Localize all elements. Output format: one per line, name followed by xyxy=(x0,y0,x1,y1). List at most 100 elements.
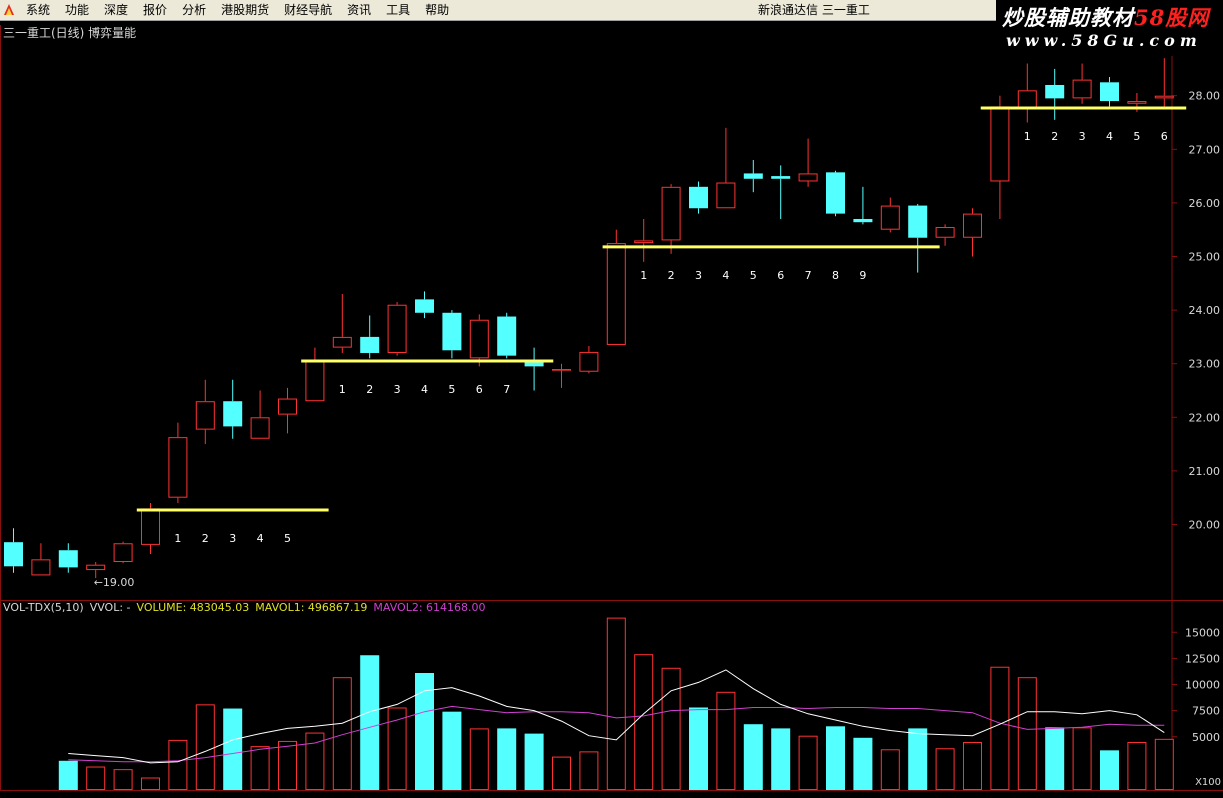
volume-bar-up xyxy=(880,749,900,790)
stock-title: 三一重工(日线) 博弈量能 xyxy=(3,26,137,40)
volume-tick-label: 15000 xyxy=(1185,626,1220,639)
volume-bar-up xyxy=(1072,727,1092,790)
support-count-label: 2 xyxy=(202,532,209,545)
volume-vvol: VVOL: - xyxy=(89,601,131,614)
volume-bar-down xyxy=(223,708,243,790)
volume-bar-up xyxy=(168,739,188,791)
volume-bar-up xyxy=(1154,738,1174,791)
volume-bar-up xyxy=(1017,677,1037,790)
volume-bar-up xyxy=(579,751,599,791)
app-window: 系统 功能 深度 报价 分析 港股期货 财经导航 资讯 工具 帮助 新浪通达信 三一重工 炒股辅助… xyxy=(0,0,1223,798)
candle-body-up xyxy=(935,227,955,238)
candle-body-up xyxy=(332,336,352,348)
candle-body-up xyxy=(469,319,489,359)
candle-body-up xyxy=(552,369,571,371)
support-count-label: 4 xyxy=(1106,130,1113,143)
candle-body-down xyxy=(743,173,763,179)
candle-body-down xyxy=(497,316,517,356)
volume-tick-label: 12500 xyxy=(1185,652,1220,665)
price-tick-label: 21.00 xyxy=(1189,465,1221,478)
volume-bar-up xyxy=(113,769,133,791)
price-tick-label: 28.00 xyxy=(1189,90,1221,103)
volume-bar-up xyxy=(634,654,654,790)
candle-body-up xyxy=(606,243,626,345)
volume-bar-up xyxy=(963,741,982,790)
watermark-logo: 炒股辅助教材58股网 www.58Gu.com xyxy=(996,0,1223,56)
candle-body-up xyxy=(168,437,188,498)
watermark-url: www.58Gu.com xyxy=(1006,31,1202,50)
candle-body-down xyxy=(908,205,928,238)
volume-axis: 5000 7500 10000 12500 15000 X100 xyxy=(1172,626,1221,788)
volume-bar-up xyxy=(1127,741,1147,790)
watermark-left-text: 炒股辅助教材 xyxy=(1002,5,1134,30)
volume-bar-up xyxy=(86,766,106,790)
price-tick-label: 26.00 xyxy=(1189,197,1221,210)
candle-body-down xyxy=(4,542,23,567)
support-count-label: 2 xyxy=(1051,130,1058,143)
support-count-label: 4 xyxy=(257,532,264,545)
candle-body-down xyxy=(415,299,434,313)
volume-indicator-name: VOL-TDX(5,10) xyxy=(3,601,84,614)
price-tick-label: 23.00 xyxy=(1189,358,1221,371)
support-count-label: 4 xyxy=(722,269,729,282)
candle-body-up xyxy=(990,106,1010,182)
candle-body-up xyxy=(250,417,270,439)
volume-bar-down xyxy=(743,724,763,790)
volume-bar-up xyxy=(195,704,215,790)
support-lines: 1 2 3 4 5 1 2 3 4 5 6 7 1 2 3 4 5 6 7 8 9 1 2 3 4 5 6 xyxy=(136,106,1187,545)
price-tick-label: 27.00 xyxy=(1189,143,1221,156)
support-count-label: 3 xyxy=(229,532,236,545)
candle-body-down xyxy=(442,312,462,351)
candle-body-up xyxy=(634,240,654,244)
volume-bar-down xyxy=(1045,727,1065,790)
support-count-label: 4 xyxy=(421,383,428,396)
volume-tick-label: 10000 xyxy=(1185,679,1220,692)
candle-body-down xyxy=(689,186,708,209)
volume-bar-up xyxy=(552,756,571,790)
support-count-label: 5 xyxy=(1133,130,1140,143)
candle-body-up xyxy=(86,564,106,571)
candle-body-up xyxy=(305,361,325,402)
support-count-label: 5 xyxy=(750,269,757,282)
price-tick-label: 22.00 xyxy=(1189,411,1221,424)
support-count-label: 3 xyxy=(1079,130,1086,143)
candle-body-up xyxy=(1127,101,1147,104)
volume-bar-down xyxy=(58,760,78,790)
volume-bar-down xyxy=(771,728,791,790)
candle-body-down xyxy=(853,218,873,223)
candle-body-down xyxy=(58,550,78,568)
volume-bar-up xyxy=(606,617,626,790)
support-count-label: 3 xyxy=(394,383,401,396)
support-count-label: 6 xyxy=(476,383,483,396)
support-count-label: 1 xyxy=(339,383,346,396)
watermark-right-text: 58股网 xyxy=(1134,5,1210,30)
volume-mavol1: MAVOL1: 496867.19 xyxy=(255,601,368,614)
support-count-label: 1 xyxy=(1024,130,1031,143)
candle-body-up xyxy=(387,304,407,353)
volume-bar-up xyxy=(250,746,270,791)
candle-body-up xyxy=(141,508,160,545)
support-count-label: 1 xyxy=(640,269,647,282)
volume-bar-up xyxy=(661,667,681,791)
volume-bar-up xyxy=(141,777,160,791)
candle-body-up xyxy=(195,401,215,430)
low-price-annotation: ←19.00 xyxy=(94,576,135,589)
candle-body-down xyxy=(223,401,243,427)
support-count-label: 9 xyxy=(859,269,866,282)
candle-body-up xyxy=(31,559,51,576)
candle-body-up xyxy=(880,205,900,230)
volume-bar-up xyxy=(332,677,352,790)
support-count-label: 7 xyxy=(805,269,812,282)
support-count-label: 6 xyxy=(777,269,784,282)
support-count-label: 8 xyxy=(832,269,839,282)
volume-bar-up xyxy=(935,748,955,790)
volume-bar-up xyxy=(469,728,489,791)
support-count-label: 3 xyxy=(695,269,702,282)
candle-body-up xyxy=(579,351,599,372)
price-tick-label: 25.00 xyxy=(1189,251,1221,264)
candle-body-up xyxy=(798,173,818,182)
stock-chart[interactable]: 20.00 21.00 22.00 23.00 24.00 25.00 26.00 27.00… xyxy=(0,0,1223,798)
support-count-label: 5 xyxy=(284,532,291,545)
volume-bar-down xyxy=(908,728,928,790)
volume-bar-down xyxy=(689,707,708,790)
